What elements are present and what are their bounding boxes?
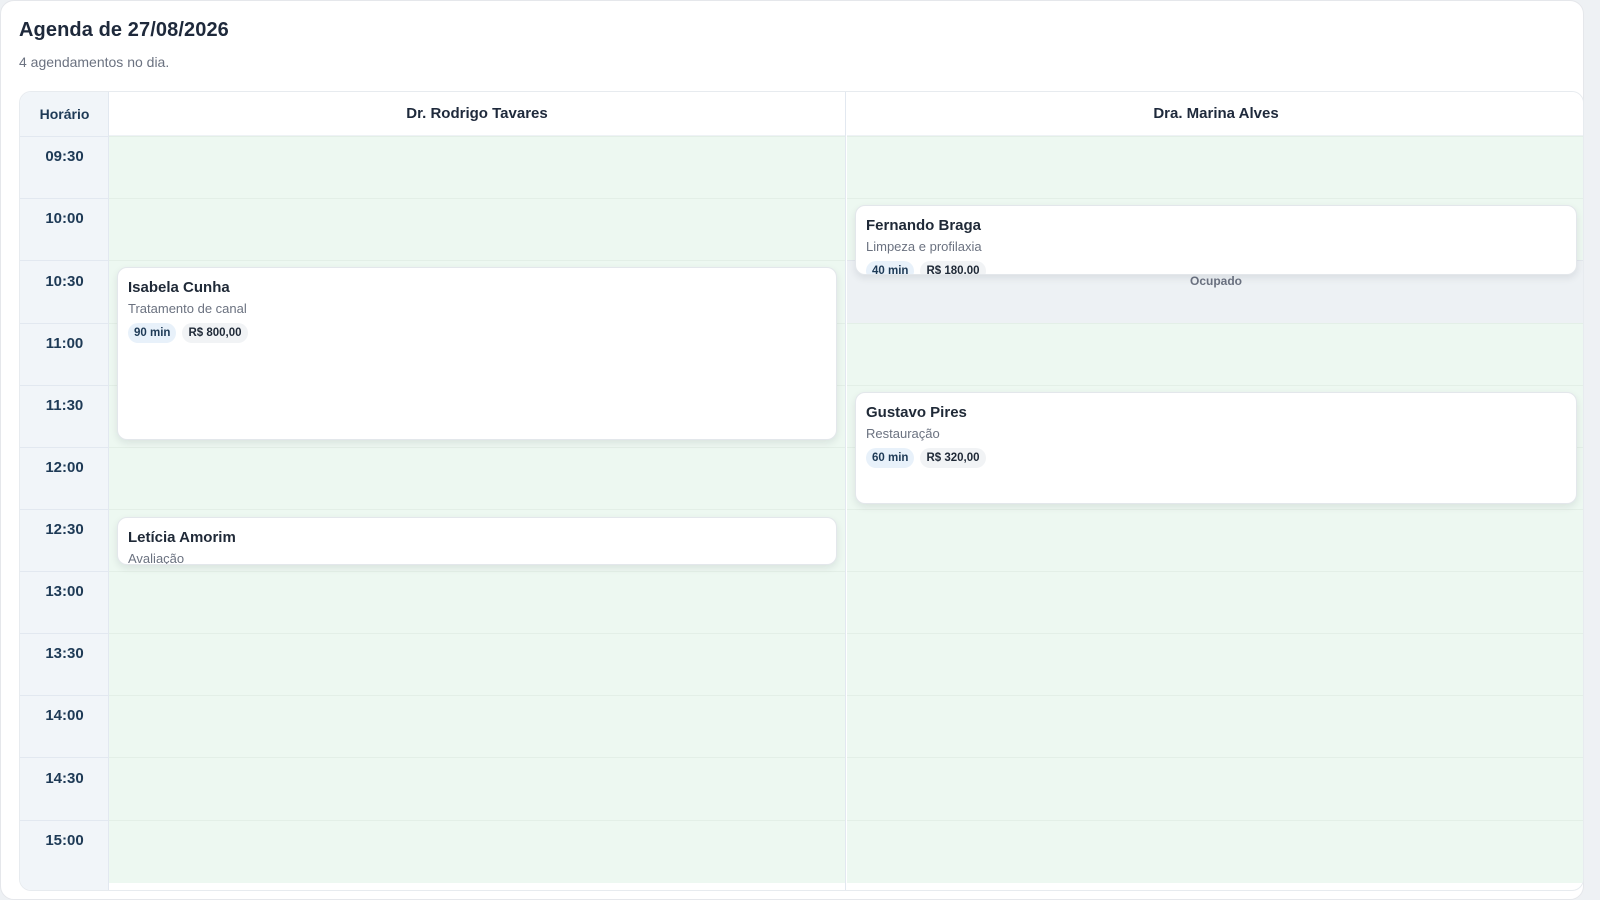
time-label: 12:30 bbox=[45, 521, 84, 538]
patient-name: Gustavo Pires bbox=[866, 404, 967, 421]
service-name: Avaliação bbox=[128, 551, 185, 565]
appointment-tags: 60 min R$ 320,00 bbox=[866, 448, 1566, 468]
time-slot-free[interactable] bbox=[109, 633, 845, 696]
time-slot-free[interactable] bbox=[847, 695, 1583, 758]
time-label: 12:00 bbox=[45, 459, 84, 476]
time-slot-free[interactable] bbox=[109, 571, 845, 634]
time-label: 10:00 bbox=[45, 210, 84, 227]
time-column-header: Horário bbox=[39, 106, 90, 122]
time-divider bbox=[20, 820, 109, 821]
service-name: Tratamento de canal bbox=[128, 301, 247, 316]
professional-column-rodrigo: Dr. Rodrigo Tavares Isabela Cunha Tratam… bbox=[109, 92, 846, 890]
time-slot-free[interactable] bbox=[109, 695, 845, 758]
patient-name: Letícia Amorim bbox=[128, 529, 236, 546]
appointment-card-gustavo[interactable]: Gustavo Pires Restauração 60 min R$ 320,… bbox=[855, 392, 1577, 504]
time-label: 11:30 bbox=[45, 397, 84, 414]
time-slot-free[interactable] bbox=[847, 509, 1583, 572]
time-divider bbox=[20, 385, 109, 386]
time-label: 11:00 bbox=[45, 335, 84, 352]
price-badge: R$ 800,00 bbox=[182, 323, 248, 343]
professional-header: Dra. Marina Alves bbox=[847, 92, 1583, 136]
time-divider bbox=[20, 571, 109, 572]
time-label: 14:30 bbox=[45, 770, 84, 787]
time-divider bbox=[20, 136, 109, 137]
professional-column-marina: Dra. Marina Alves Ocupado Fernando Braga… bbox=[847, 92, 1583, 890]
time-label: 15:00 bbox=[45, 832, 84, 849]
time-divider bbox=[20, 633, 109, 634]
schedule-grid: Horário 09:30 10:00 10:30 11:00 11:30 12… bbox=[19, 91, 1584, 891]
appointment-card-isabela[interactable]: Isabela Cunha Tratamento de canal 90 min… bbox=[117, 267, 837, 440]
time-slot-free[interactable] bbox=[109, 198, 845, 261]
page-subtitle: 4 agendamentos no dia. bbox=[19, 54, 170, 70]
appointment-tags: 40 min R$ 180,00 bbox=[866, 261, 1566, 274]
busy-label: Ocupado bbox=[1189, 274, 1242, 288]
time-divider bbox=[20, 757, 109, 758]
time-divider bbox=[20, 323, 109, 324]
appointment-card-leticia[interactable]: Letícia Amorim Avaliação bbox=[117, 517, 837, 565]
appointment-tags: 90 min R$ 800,00 bbox=[128, 323, 826, 343]
time-label: 14:00 bbox=[45, 707, 84, 724]
time-slot-free[interactable] bbox=[109, 447, 845, 510]
time-divider bbox=[20, 509, 109, 510]
time-label: 10:30 bbox=[45, 273, 84, 290]
duration-badge: 60 min bbox=[866, 448, 915, 468]
time-slot-free[interactable] bbox=[847, 571, 1583, 634]
time-column: Horário 09:30 10:00 10:30 11:00 11:30 12… bbox=[20, 92, 109, 890]
time-slot-free[interactable] bbox=[847, 633, 1583, 696]
page-title: Agenda de 27/08/2026 bbox=[19, 19, 229, 41]
time-label: 09:30 bbox=[45, 148, 84, 165]
duration-badge: 90 min bbox=[128, 323, 177, 343]
time-divider bbox=[20, 447, 109, 448]
duration-badge: 40 min bbox=[866, 261, 915, 274]
patient-name: Isabela Cunha bbox=[128, 279, 230, 296]
time-slot-free[interactable] bbox=[847, 136, 1583, 199]
time-slot-free[interactable] bbox=[109, 820, 845, 883]
time-label: 13:30 bbox=[45, 645, 84, 662]
service-name: Restauração bbox=[866, 426, 940, 441]
price-badge: R$ 320,00 bbox=[920, 448, 986, 468]
time-label: 13:00 bbox=[45, 583, 84, 600]
price-badge: R$ 180,00 bbox=[920, 261, 986, 274]
time-divider bbox=[20, 260, 109, 261]
service-name: Limpeza e profilaxia bbox=[866, 239, 982, 254]
time-divider bbox=[20, 695, 109, 696]
time-slot-free[interactable] bbox=[847, 757, 1583, 820]
time-slot-free[interactable] bbox=[847, 820, 1583, 883]
patient-name: Fernando Braga bbox=[866, 217, 982, 234]
professional-header: Dr. Rodrigo Tavares bbox=[109, 92, 845, 136]
time-slot-free[interactable] bbox=[109, 136, 845, 199]
agenda-panel: Agenda de 27/08/2026 4 agendamentos no d… bbox=[0, 0, 1584, 900]
time-slot-free[interactable] bbox=[109, 757, 845, 820]
time-divider bbox=[20, 198, 109, 199]
appointment-card-fernando[interactable]: Fernando Braga Limpeza e profilaxia 40 m… bbox=[855, 205, 1577, 275]
time-slot-free[interactable] bbox=[847, 323, 1583, 386]
